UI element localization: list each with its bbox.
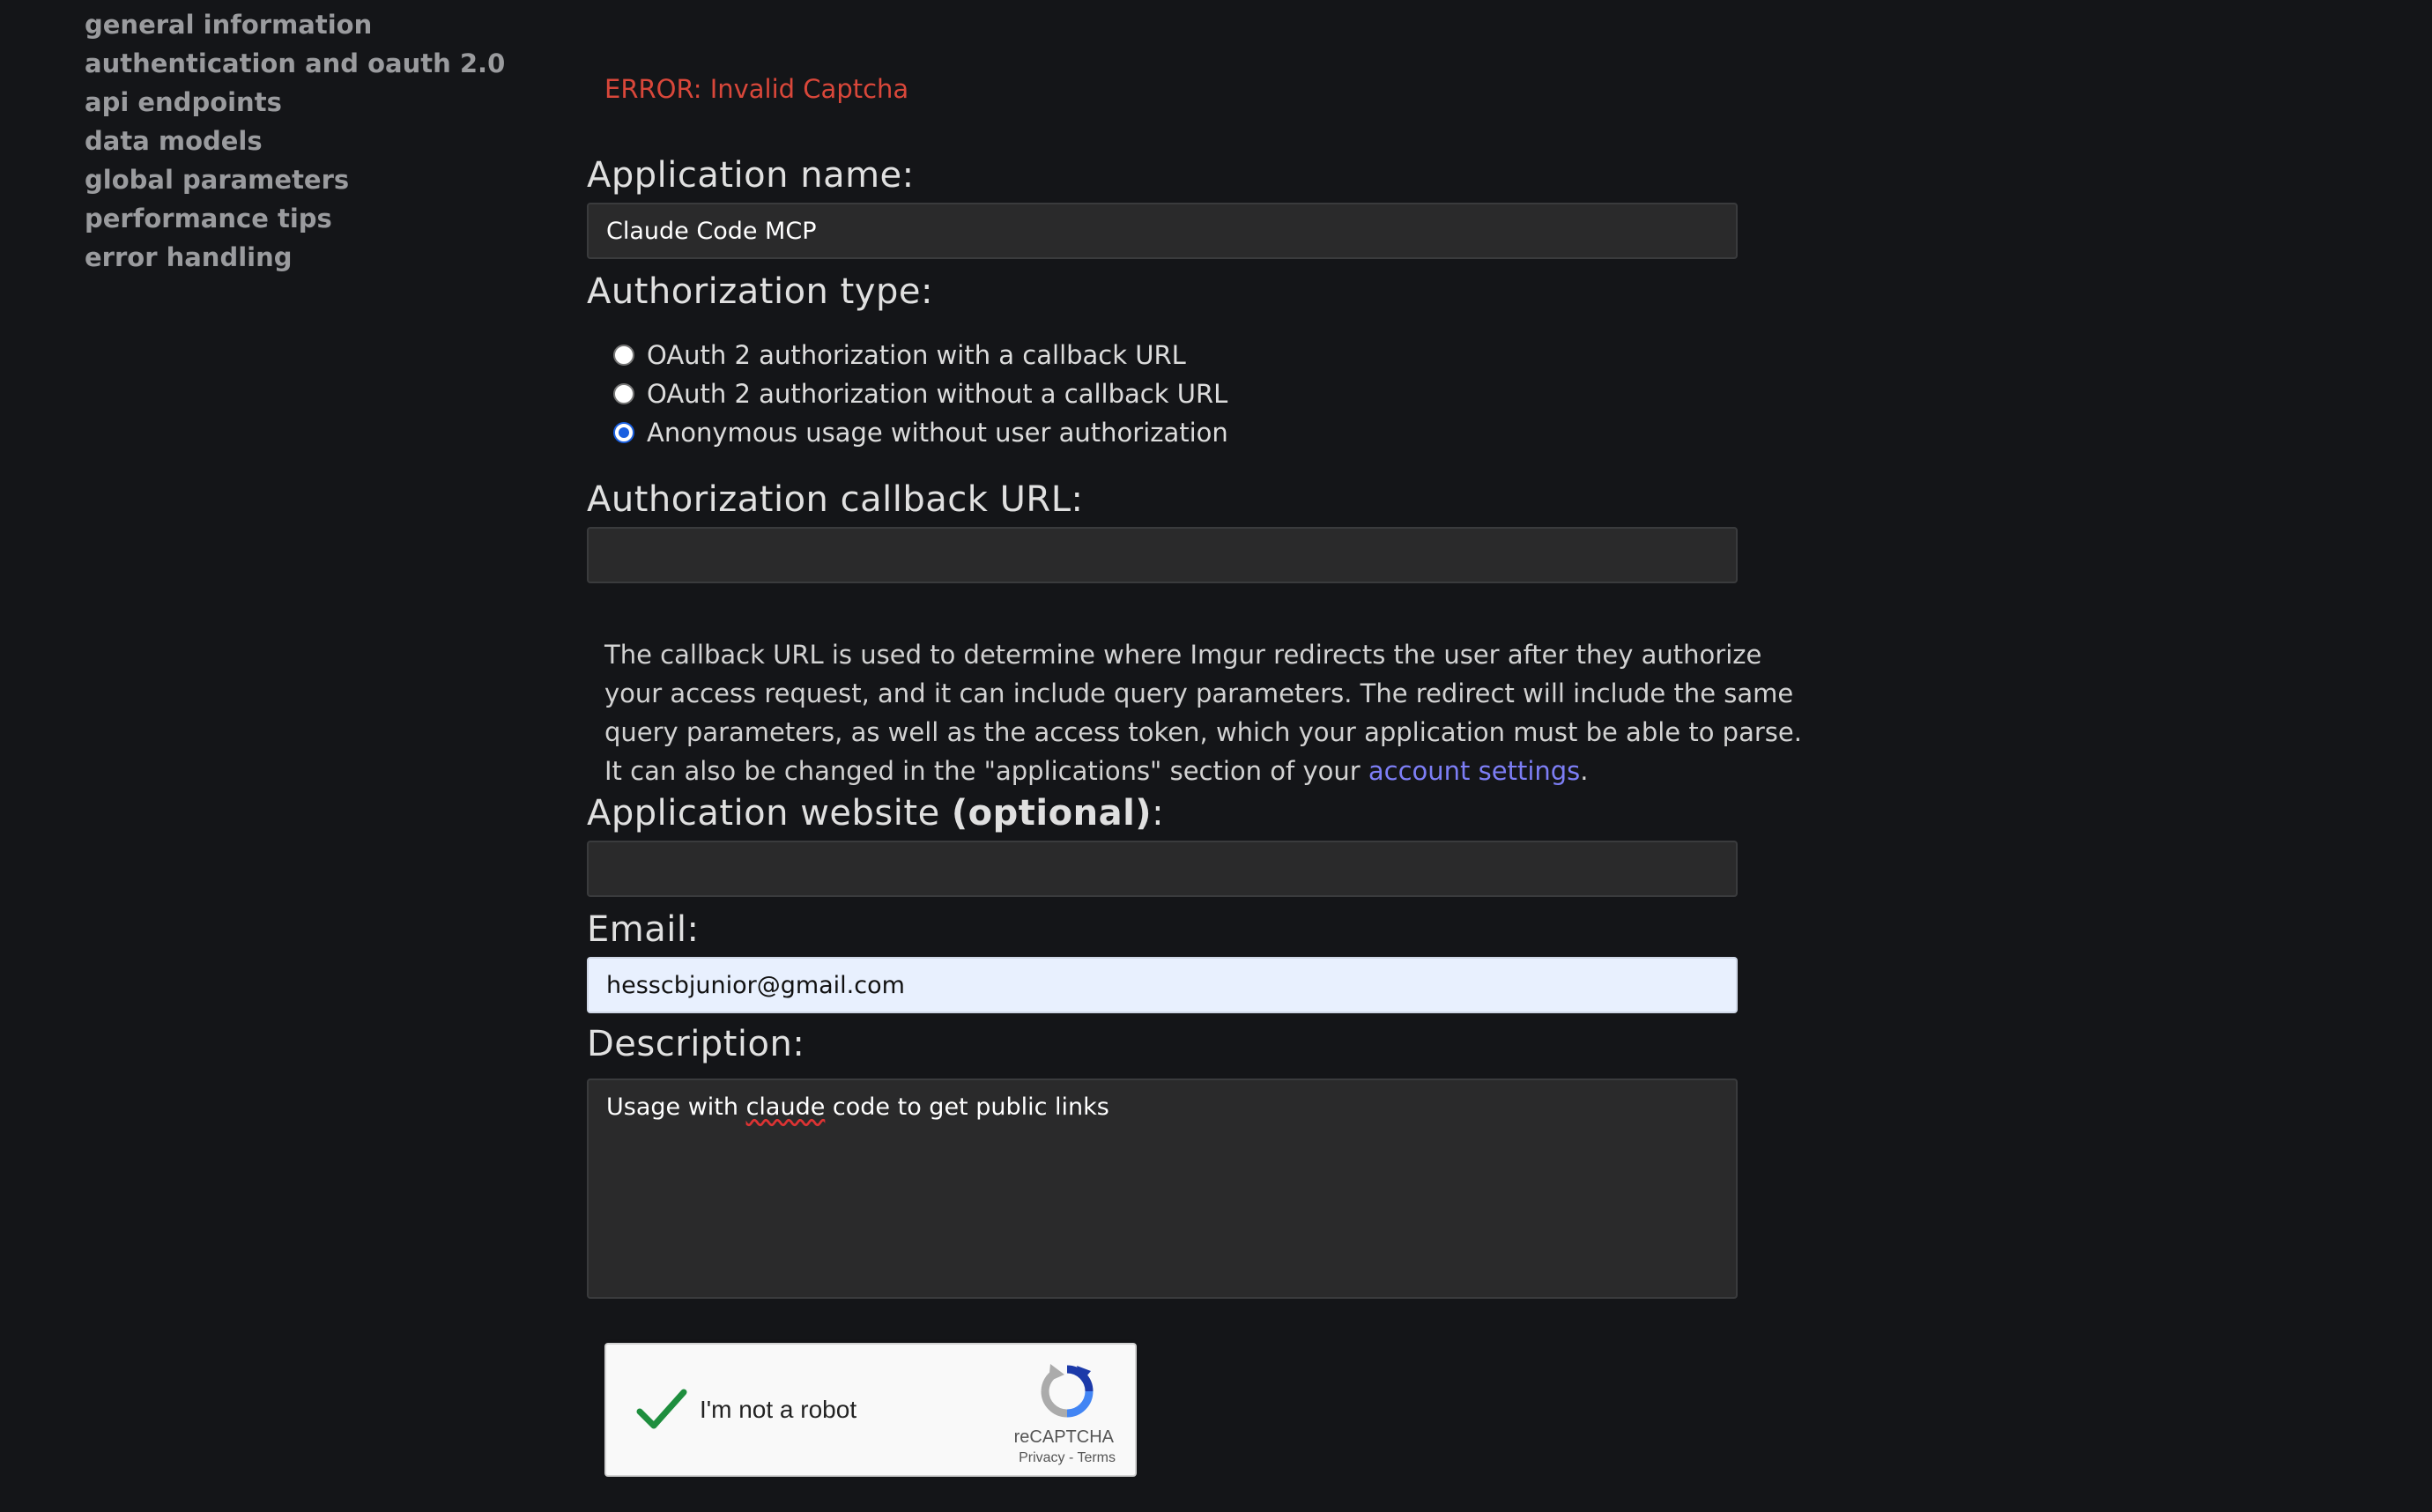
website-label-text: Application website xyxy=(587,793,952,834)
sidebar-item-general-information[interactable]: general information xyxy=(85,5,505,44)
auth-option-anonymous[interactable]: Anonymous usage without user authorizati… xyxy=(613,413,1228,452)
recaptcha-label: I'm not a robot xyxy=(700,1396,857,1423)
sidebar-item-global-parameters[interactable]: global parameters xyxy=(85,160,505,199)
description-text-end: code to get public links xyxy=(825,1093,1109,1121)
sidebar-item-api-endpoints[interactable]: api endpoints xyxy=(85,83,505,122)
recaptcha-widget: I'm not a robot reCAPTCHA Privacy - Term… xyxy=(604,1343,1137,1477)
sidebar-item-data-models[interactable]: data models xyxy=(85,122,505,160)
website-label: Application website (optional): xyxy=(587,793,1164,834)
auth-option-without-callback[interactable]: OAuth 2 authorization without a callback… xyxy=(613,374,1227,413)
sidebar-item-authentication[interactable]: authentication and oauth 2.0 xyxy=(85,44,505,83)
app-name-input[interactable] xyxy=(587,203,1738,259)
recaptcha-brand: reCAPTCHA xyxy=(1013,1427,1114,1447)
website-optional-label: (optional) xyxy=(951,793,1153,834)
app-name-label: Application name: xyxy=(587,155,915,196)
recaptcha-checkmark-icon[interactable] xyxy=(634,1383,687,1436)
auth-option-with-callback[interactable]: OAuth 2 authorization with a callback UR… xyxy=(613,336,1186,374)
recaptcha-privacy-terms-links[interactable]: Privacy - Terms xyxy=(1019,1450,1116,1466)
callback-help-text: The callback URL is used to determine wh… xyxy=(604,635,1820,790)
email-input[interactable] xyxy=(587,957,1738,1013)
auth-type-label: Authorization type: xyxy=(587,271,933,312)
error-message: ERROR: Invalid Captcha xyxy=(604,74,909,104)
sidebar-item-error-handling[interactable]: error handling xyxy=(85,238,505,277)
recaptcha-logo-icon xyxy=(1041,1364,1094,1418)
description-text-start: Usage with xyxy=(606,1093,746,1121)
description-misspelled-word: claude xyxy=(745,1093,826,1121)
callback-url-input[interactable] xyxy=(587,527,1738,583)
sidebar-item-performance-tips[interactable]: performance tips xyxy=(85,199,505,238)
sidebar-nav: general information authentication and o… xyxy=(85,5,505,277)
page: general information authentication and o… xyxy=(0,0,2432,1512)
radio-without-callback[interactable] xyxy=(613,383,634,404)
radio-with-callback[interactable] xyxy=(613,345,634,366)
email-label: Email: xyxy=(587,909,700,950)
callback-url-label: Authorization callback URL: xyxy=(587,479,1084,520)
callback-help-body: The callback URL is used to determine wh… xyxy=(604,640,1802,786)
description-textarea[interactable]: Usage with claude code to get public lin… xyxy=(587,1078,1738,1299)
website-input[interactable] xyxy=(587,841,1738,897)
auth-option-label: Anonymous usage without user authorizati… xyxy=(647,418,1228,448)
auth-option-label: OAuth 2 authorization with a callback UR… xyxy=(647,340,1186,370)
website-label-colon: : xyxy=(1152,793,1165,834)
account-settings-link[interactable]: account settings xyxy=(1368,756,1580,786)
radio-anonymous[interactable] xyxy=(613,422,634,443)
callback-help-end: . xyxy=(1580,756,1589,786)
description-label: Description: xyxy=(587,1024,805,1064)
auth-option-label: OAuth 2 authorization without a callback… xyxy=(647,379,1228,409)
